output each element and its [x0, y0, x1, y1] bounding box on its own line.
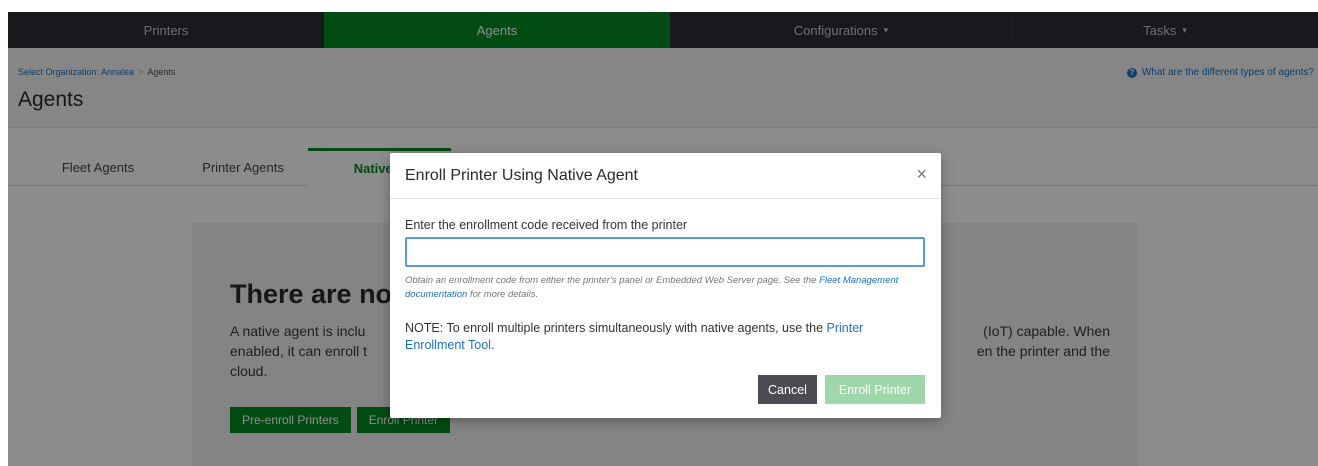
enrollment-code-hint: Obtain an enrollment code from either th… [405, 274, 925, 302]
cancel-button[interactable]: Cancel [758, 375, 817, 404]
close-icon[interactable]: × [916, 165, 927, 183]
enroll-printer-dialog: Enroll Printer Using Native Agent × Ente… [390, 153, 941, 418]
dialog-header: Enroll Printer Using Native Agent × [390, 153, 941, 199]
enrollment-code-label: Enter the enrollment code received from … [405, 218, 688, 232]
app-window: Printers Agents Configurations ▾ Tasks ▾… [8, 12, 1318, 466]
note-text: NOTE: To enroll multiple printers simult… [405, 321, 827, 335]
enroll-printer-submit-button[interactable]: Enroll Printer [825, 375, 925, 404]
hint-text: Obtain an enrollment code from either th… [405, 275, 820, 286]
enrollment-note: NOTE: To enroll multiple printers simult… [405, 320, 925, 354]
enrollment-code-input[interactable] [405, 237, 925, 267]
dialog-actions: Cancel Enroll Printer [758, 375, 925, 404]
hint-text: for more details. [467, 289, 539, 300]
dialog-title: Enroll Printer Using Native Agent [405, 167, 638, 184]
note-text: . [490, 338, 495, 352]
